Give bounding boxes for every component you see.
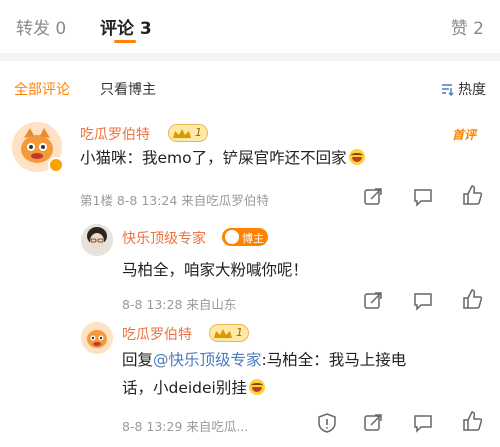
like-icon[interactable] [461,410,483,432]
section-divider [0,53,500,61]
share-icon[interactable] [362,290,384,312]
blogger-badge-label: 博主 [242,232,264,245]
reply-avatar[interactable] [81,322,113,354]
sort-icon [440,82,454,100]
reply-text: 回复@快乐顶级专家:马柏全：我马上接电 话，小deidei别挂 [122,346,482,402]
comment-filter-bar: 全部评论 只看博主 热度 [0,61,500,111]
report-icon[interactable] [316,412,338,434]
mention-link[interactable]: @快乐顶级专家 [153,351,262,369]
verified-badge-icon [48,157,64,173]
fan-level-badge: 1 [168,124,208,142]
share-icon[interactable] [362,186,384,208]
tab-like[interactable]: 赞 2 [451,14,484,39]
reply-text: 马柏全，咱家大粉喊你呢！ [122,261,309,279]
reply-avatar[interactable] [81,224,113,256]
reply-text-line1: :马柏全：我马上接电 [261,351,407,369]
sort-label: 热度 [458,82,486,98]
comment-username[interactable]: 吃瓜罗伯特 [80,124,150,144]
comment-tabs: 转发 0 评论 3 赞 2 [0,0,500,54]
first-comment-tag: 首评 [451,128,476,142]
filter-owner-only[interactable]: 只看博主 [100,79,156,99]
reply-icon[interactable] [412,412,434,434]
reply-prefix: 回复 [122,351,154,369]
tab-repost[interactable]: 转发 0 [16,14,66,39]
comment-meta: 第1楼 8-8 13:24 来自吃瓜罗伯特 [80,193,269,208]
filter-all-comments[interactable]: 全部评论 [14,79,70,99]
like-icon[interactable] [461,288,483,310]
tab-comment[interactable]: 评论 3 [100,14,152,39]
fan-level-number: 1 [236,326,243,339]
laughing-emoji-icon [248,379,265,395]
comment-text-content: 小猫咪：我emo了，铲屎官咋还不回家 [80,149,347,167]
blogger-badge: 博主 [222,228,268,246]
reply-username[interactable]: 吃瓜罗伯特 [122,324,192,344]
laughing-emoji-icon [348,149,365,165]
comment-text: 小猫咪：我emo了，铲屎官咋还不回家 [80,144,490,172]
active-tab-indicator [114,40,136,43]
fan-level-badge: 1 [209,324,249,342]
reply-meta: 8-8 13:29 来自吃瓜... [122,419,249,434]
reply-text-line2: 话，小deidei别挂 [122,379,247,397]
share-icon[interactable] [362,412,384,434]
reply-icon[interactable] [412,186,434,208]
like-icon[interactable] [461,184,483,206]
reply-meta: 8-8 13:28 来自山东 [122,297,237,312]
fan-level-number: 1 [195,126,202,139]
reply-icon[interactable] [412,290,434,312]
sort-by-heat-button[interactable]: 热度 [440,79,486,100]
reply-username[interactable]: 快乐顶级专家 [122,228,206,248]
